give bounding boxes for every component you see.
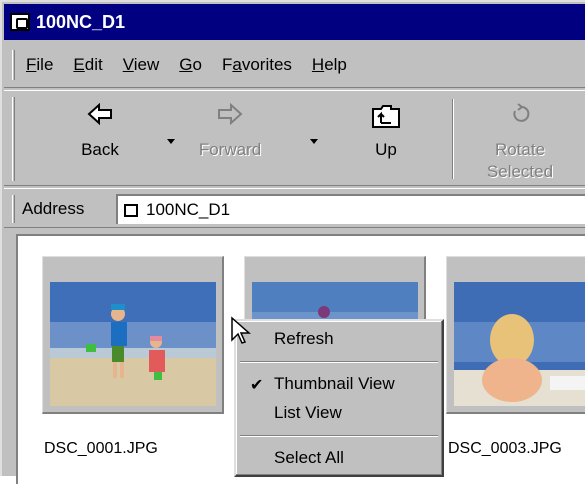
menu-favorites[interactable]: Favorites (222, 55, 292, 75)
thumbnail-filename: DSC_0003.JPG (448, 440, 562, 457)
explorer-window: 100NC_D1 File Edit View Go Favorites Hel… (0, 0, 585, 484)
context-menu: Refresh ✔ Thumbnail View List View Selec… (234, 319, 444, 477)
kids-on-beach-photo (50, 282, 216, 406)
menubar-grip[interactable] (12, 50, 15, 80)
toolbar: Back Forward Up Rotate Selected (4, 90, 585, 186)
toolbar-grip[interactable] (12, 97, 15, 181)
up-button[interactable]: Up (346, 97, 426, 181)
up-folder-icon (372, 105, 400, 128)
addressbar-grip[interactable] (12, 195, 15, 223)
mouse-cursor-icon (231, 316, 251, 344)
menu-help[interactable]: Help (312, 55, 347, 75)
back-button[interactable]: Back (60, 97, 140, 181)
forward-button[interactable]: Forward (190, 97, 270, 181)
checkmark-icon: ✔ (250, 377, 264, 394)
toolbar-separator (452, 99, 454, 179)
context-separator (240, 435, 438, 437)
address-value: 100NC_D1 (146, 200, 231, 219)
folder-camera-icon (10, 13, 30, 31)
up-label: Up (375, 140, 397, 159)
forward-dropdown-icon[interactable] (310, 139, 318, 144)
address-label: Address (22, 199, 85, 218)
address-bar: Address 100NC_D1 (4, 188, 585, 228)
menu-edit[interactable]: Edit (73, 55, 102, 75)
context-list-view[interactable]: List View (274, 403, 342, 423)
context-separator (240, 361, 438, 363)
child-on-beach-photo (454, 282, 585, 406)
context-thumbnail-view[interactable]: Thumbnail View (274, 374, 395, 394)
menu-file[interactable]: File (26, 55, 53, 75)
window-title: 100NC_D1 (36, 11, 126, 32)
menu-go[interactable]: Go (179, 55, 202, 75)
folder-camera-icon (124, 203, 138, 217)
rotate-label: Rotate Selected (486, 140, 554, 181)
context-refresh[interactable]: Refresh (274, 329, 334, 349)
address-input[interactable]: 100NC_D1 (116, 194, 585, 224)
rotate-icon (513, 103, 530, 122)
context-select-all[interactable]: Select All (274, 448, 344, 468)
forward-label: Forward (198, 140, 262, 159)
forward-arrow-icon (218, 103, 243, 125)
thumbnail-filename: DSC_0001.JPG (44, 440, 158, 457)
back-dropdown-icon[interactable] (167, 139, 175, 144)
back-label: Back (81, 140, 119, 159)
thumbnail-item[interactable] (42, 256, 224, 414)
menu-bar: File Edit View Go Favorites Help (4, 42, 585, 88)
menu-view[interactable]: View (123, 55, 160, 75)
thumbnail-item[interactable] (446, 256, 585, 414)
title-bar[interactable]: 100NC_D1 (4, 4, 585, 40)
back-arrow-icon (87, 103, 112, 125)
rotate-selected-button[interactable]: Rotate Selected (480, 97, 560, 181)
